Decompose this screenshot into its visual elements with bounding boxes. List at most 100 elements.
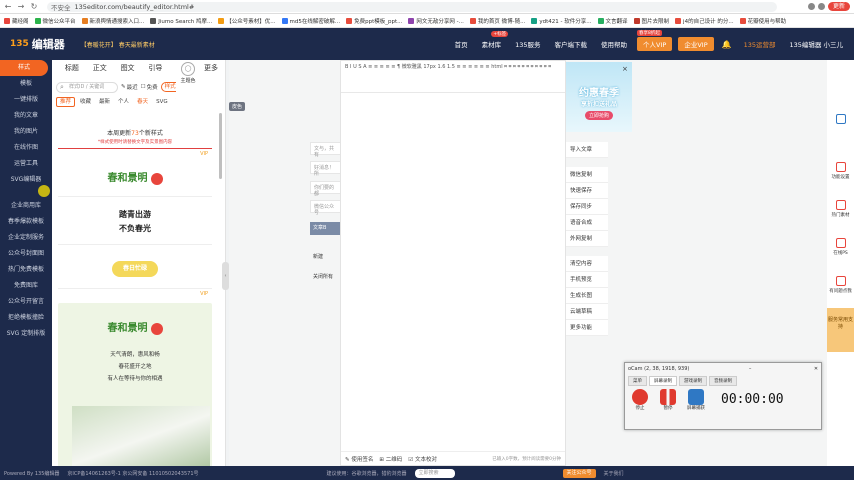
bookmark-item[interactable]: 文言翻译 xyxy=(597,17,628,25)
sidebar-link[interactable]: 公众号开留言 xyxy=(0,294,52,310)
signature-button[interactable]: ✎ 使用签名 xyxy=(345,455,373,463)
editor-action-button[interactable]: 导入文章 xyxy=(566,142,608,158)
filter-tag[interactable]: 推荐 xyxy=(56,96,76,107)
tab-style-category[interactable]: 图文 xyxy=(114,63,142,73)
header-promo-link[interactable]: 【春暖花开】 春天最新素材 xyxy=(81,40,155,49)
document-entry[interactable]: 文与，共有 xyxy=(310,142,342,158)
service-support-button[interactable]: 服务常用支持 xyxy=(827,308,854,352)
style-card-outing[interactable]: 踏青出游 不负春光 xyxy=(58,197,212,245)
document-entry-active[interactable]: 文章B xyxy=(310,222,342,235)
skin-button[interactable]: 皮色 xyxy=(229,102,246,111)
bookmark-item[interactable]: 网文无敌分享网 -... xyxy=(408,17,464,25)
ocam-window[interactable]: oCam (2, 38, 1918, 939) – ✕ 菜单 屏幕录制 游戏录制 音频… xyxy=(624,362,822,430)
pause-button[interactable]: 暂停 xyxy=(659,389,677,411)
sidebar-item[interactable]: 我的文章 xyxy=(0,108,52,124)
editor-action-button[interactable]: 云端草稿 xyxy=(566,304,608,320)
style-list-scrollbar[interactable] xyxy=(219,113,222,179)
personal-vip-button[interactable]: 春享8折起 个人VIP xyxy=(637,30,673,51)
bookmark-item[interactable]: j4的自己设计 的分... xyxy=(675,17,734,25)
sidebar-link[interactable]: 企业定制服务 xyxy=(0,230,52,246)
promo-buy-button[interactable]: 立即抢购 xyxy=(584,111,613,120)
tab-style-category[interactable]: 更多 xyxy=(197,63,225,73)
filter-tag[interactable]: 收藏 xyxy=(77,97,94,107)
style-card-busy[interactable]: 春日忙碌 xyxy=(58,245,212,289)
style-search-input[interactable]: 样式ID / 关键词 xyxy=(56,81,118,93)
header-menu-4[interactable]: 客户端下载 xyxy=(548,28,595,60)
editor-action-button[interactable]: 手机预览 xyxy=(566,272,608,288)
editor-action-button[interactable]: 清空内容 xyxy=(566,256,608,272)
close-icon[interactable]: ✕ xyxy=(811,366,821,372)
filter-tag[interactable]: 春天 xyxy=(134,97,151,107)
sidebar-link[interactable]: 公众号封面图 xyxy=(0,246,52,262)
back-icon[interactable]: ← xyxy=(3,2,13,12)
sidebar-item[interactable]: 运营工具 xyxy=(0,156,52,172)
site-logo[interactable]: 135 编辑器 xyxy=(10,36,65,52)
profile-avatar[interactable] xyxy=(817,3,825,10)
bookmark-item[interactable]: 花瓣使用与帮助 xyxy=(739,17,786,25)
right-sidebar-item[interactable]: 有问题点我 xyxy=(827,270,854,308)
sidebar-item[interactable]: 在线作图 xyxy=(0,140,52,156)
editor-area[interactable]: B I U S A ≡ ≡ ≡ ≡ ≡ ¶ 微软雅黑 17px 1.6 1.5 … xyxy=(340,60,566,466)
minimize-icon[interactable]: – xyxy=(745,366,755,372)
bell-icon[interactable]: 🔔 xyxy=(722,40,732,49)
document-entry[interactable]: 微信公众号 xyxy=(310,200,342,216)
proofread-button[interactable]: ☑ 文本校对 xyxy=(408,455,437,463)
footer-search-input[interactable]: 立即搜索 xyxy=(414,468,455,478)
bookmark-item[interactable]: md5在线解密破解... xyxy=(281,17,340,25)
icp-text[interactable]: 京ICP备14061263号-1 京公网安备 11010502043571号 xyxy=(67,470,198,477)
stop-button[interactable]: 停止 xyxy=(631,389,649,411)
bookmark-item[interactable]: 【公众号素材】优... xyxy=(218,17,276,25)
extension-icon[interactable] xyxy=(807,3,815,10)
bookmark-item[interactable]: 图片去限制 xyxy=(633,17,669,25)
sidebar-item[interactable]: 样式 xyxy=(0,60,48,76)
sidebar-link[interactable]: 免费图库 xyxy=(0,278,52,294)
panel-collapse-handle[interactable]: ‹ xyxy=(222,262,229,290)
sidebar-link[interactable]: 热门免费模板 xyxy=(0,262,52,278)
bookmark-item[interactable]: Jiumo Search 鸠摩... xyxy=(150,17,212,25)
theme-color-icon[interactable]: ◯ xyxy=(181,62,195,76)
document-entry[interactable]: 你们要的都 xyxy=(310,181,342,197)
header-menu-2[interactable]: 素材库 +标签 xyxy=(475,28,509,60)
ocam-tab[interactable]: 音频录制 xyxy=(709,375,737,386)
bookmark-item[interactable]: 免费ppt模板_ppt... xyxy=(346,17,402,25)
qrcode-button[interactable]: ⊞ 二维码 xyxy=(379,455,402,463)
bookmark-item[interactable]: 微信公众平台 xyxy=(34,17,76,25)
filter-tag[interactable]: SVG xyxy=(153,97,171,107)
right-sidebar-item[interactable]: 在线PS xyxy=(827,232,854,270)
sidebar-item[interactable]: 我的图片 xyxy=(0,124,52,140)
close-icon[interactable]: × xyxy=(622,65,628,73)
filter-tag[interactable]: 个人 xyxy=(115,97,132,107)
sidebar-link[interactable]: 拒绝模板撞脸 xyxy=(0,310,52,326)
sidebar-item[interactable]: 模板 xyxy=(0,76,52,92)
document-entry[interactable]: 好消息！所 xyxy=(310,161,342,177)
header-menu-3[interactable]: 135服务 xyxy=(508,28,547,60)
ocam-tab[interactable]: 游戏录制 xyxy=(679,375,707,386)
theme-color-picker[interactable]: ◯ 主题色 xyxy=(176,60,200,104)
right-sidebar-item[interactable]: 热门素材 xyxy=(827,194,854,232)
sidebar-link[interactable]: SVG 定制排版 xyxy=(0,326,52,342)
capture-button[interactable]: 屏幕捕获 xyxy=(687,389,705,411)
tab-style-category[interactable]: 引导 xyxy=(141,63,169,73)
tab-style-category[interactable]: 正文 xyxy=(86,63,114,73)
sidebar-link[interactable]: 春季爆款模板 xyxy=(0,214,52,230)
bookmark-item[interactable]: 藏经阁 xyxy=(4,17,29,25)
bookmark-item[interactable]: 我的首页 微博-随... xyxy=(469,17,525,25)
editor-action-button[interactable]: 外网复制 xyxy=(566,231,608,247)
ocam-titlebar[interactable]: oCam (2, 38, 1918, 939) – ✕ xyxy=(625,363,821,375)
editor-action-button[interactable]: 生成长图 xyxy=(566,288,608,304)
new-document-button[interactable]: 新建 xyxy=(310,252,342,265)
enterprise-vip-button[interactable]: 企业VIP xyxy=(678,37,714,51)
editor-action-button[interactable]: 微信复制 xyxy=(566,167,608,183)
address-bar[interactable]: 不安全 135editor.com/beautify_editor.html# xyxy=(47,1,777,12)
right-sidebar-item[interactable]: 功能设置 xyxy=(827,156,854,194)
editor-action-button[interactable]: 更多功能 xyxy=(566,320,608,336)
ocam-tab[interactable]: 屏幕录制 xyxy=(649,375,677,386)
about-us-link[interactable]: 关于我们 xyxy=(604,470,624,477)
filter-tag[interactable]: 最新 xyxy=(96,97,113,107)
free-checkbox[interactable]: ☐ 免费 xyxy=(141,83,158,91)
style-card-spring-article[interactable]: 春和景明 天气清朗，惠风和畅 春花盛开之地 有人在等待与你的相遇 xyxy=(58,303,212,466)
close-all-button[interactable]: 关闭所有 xyxy=(310,272,342,285)
reload-icon[interactable]: ↻ xyxy=(29,2,39,12)
editor-action-button[interactable]: 快速保存 xyxy=(566,183,608,199)
sidebar-item[interactable]: 一键排版 xyxy=(0,92,52,108)
